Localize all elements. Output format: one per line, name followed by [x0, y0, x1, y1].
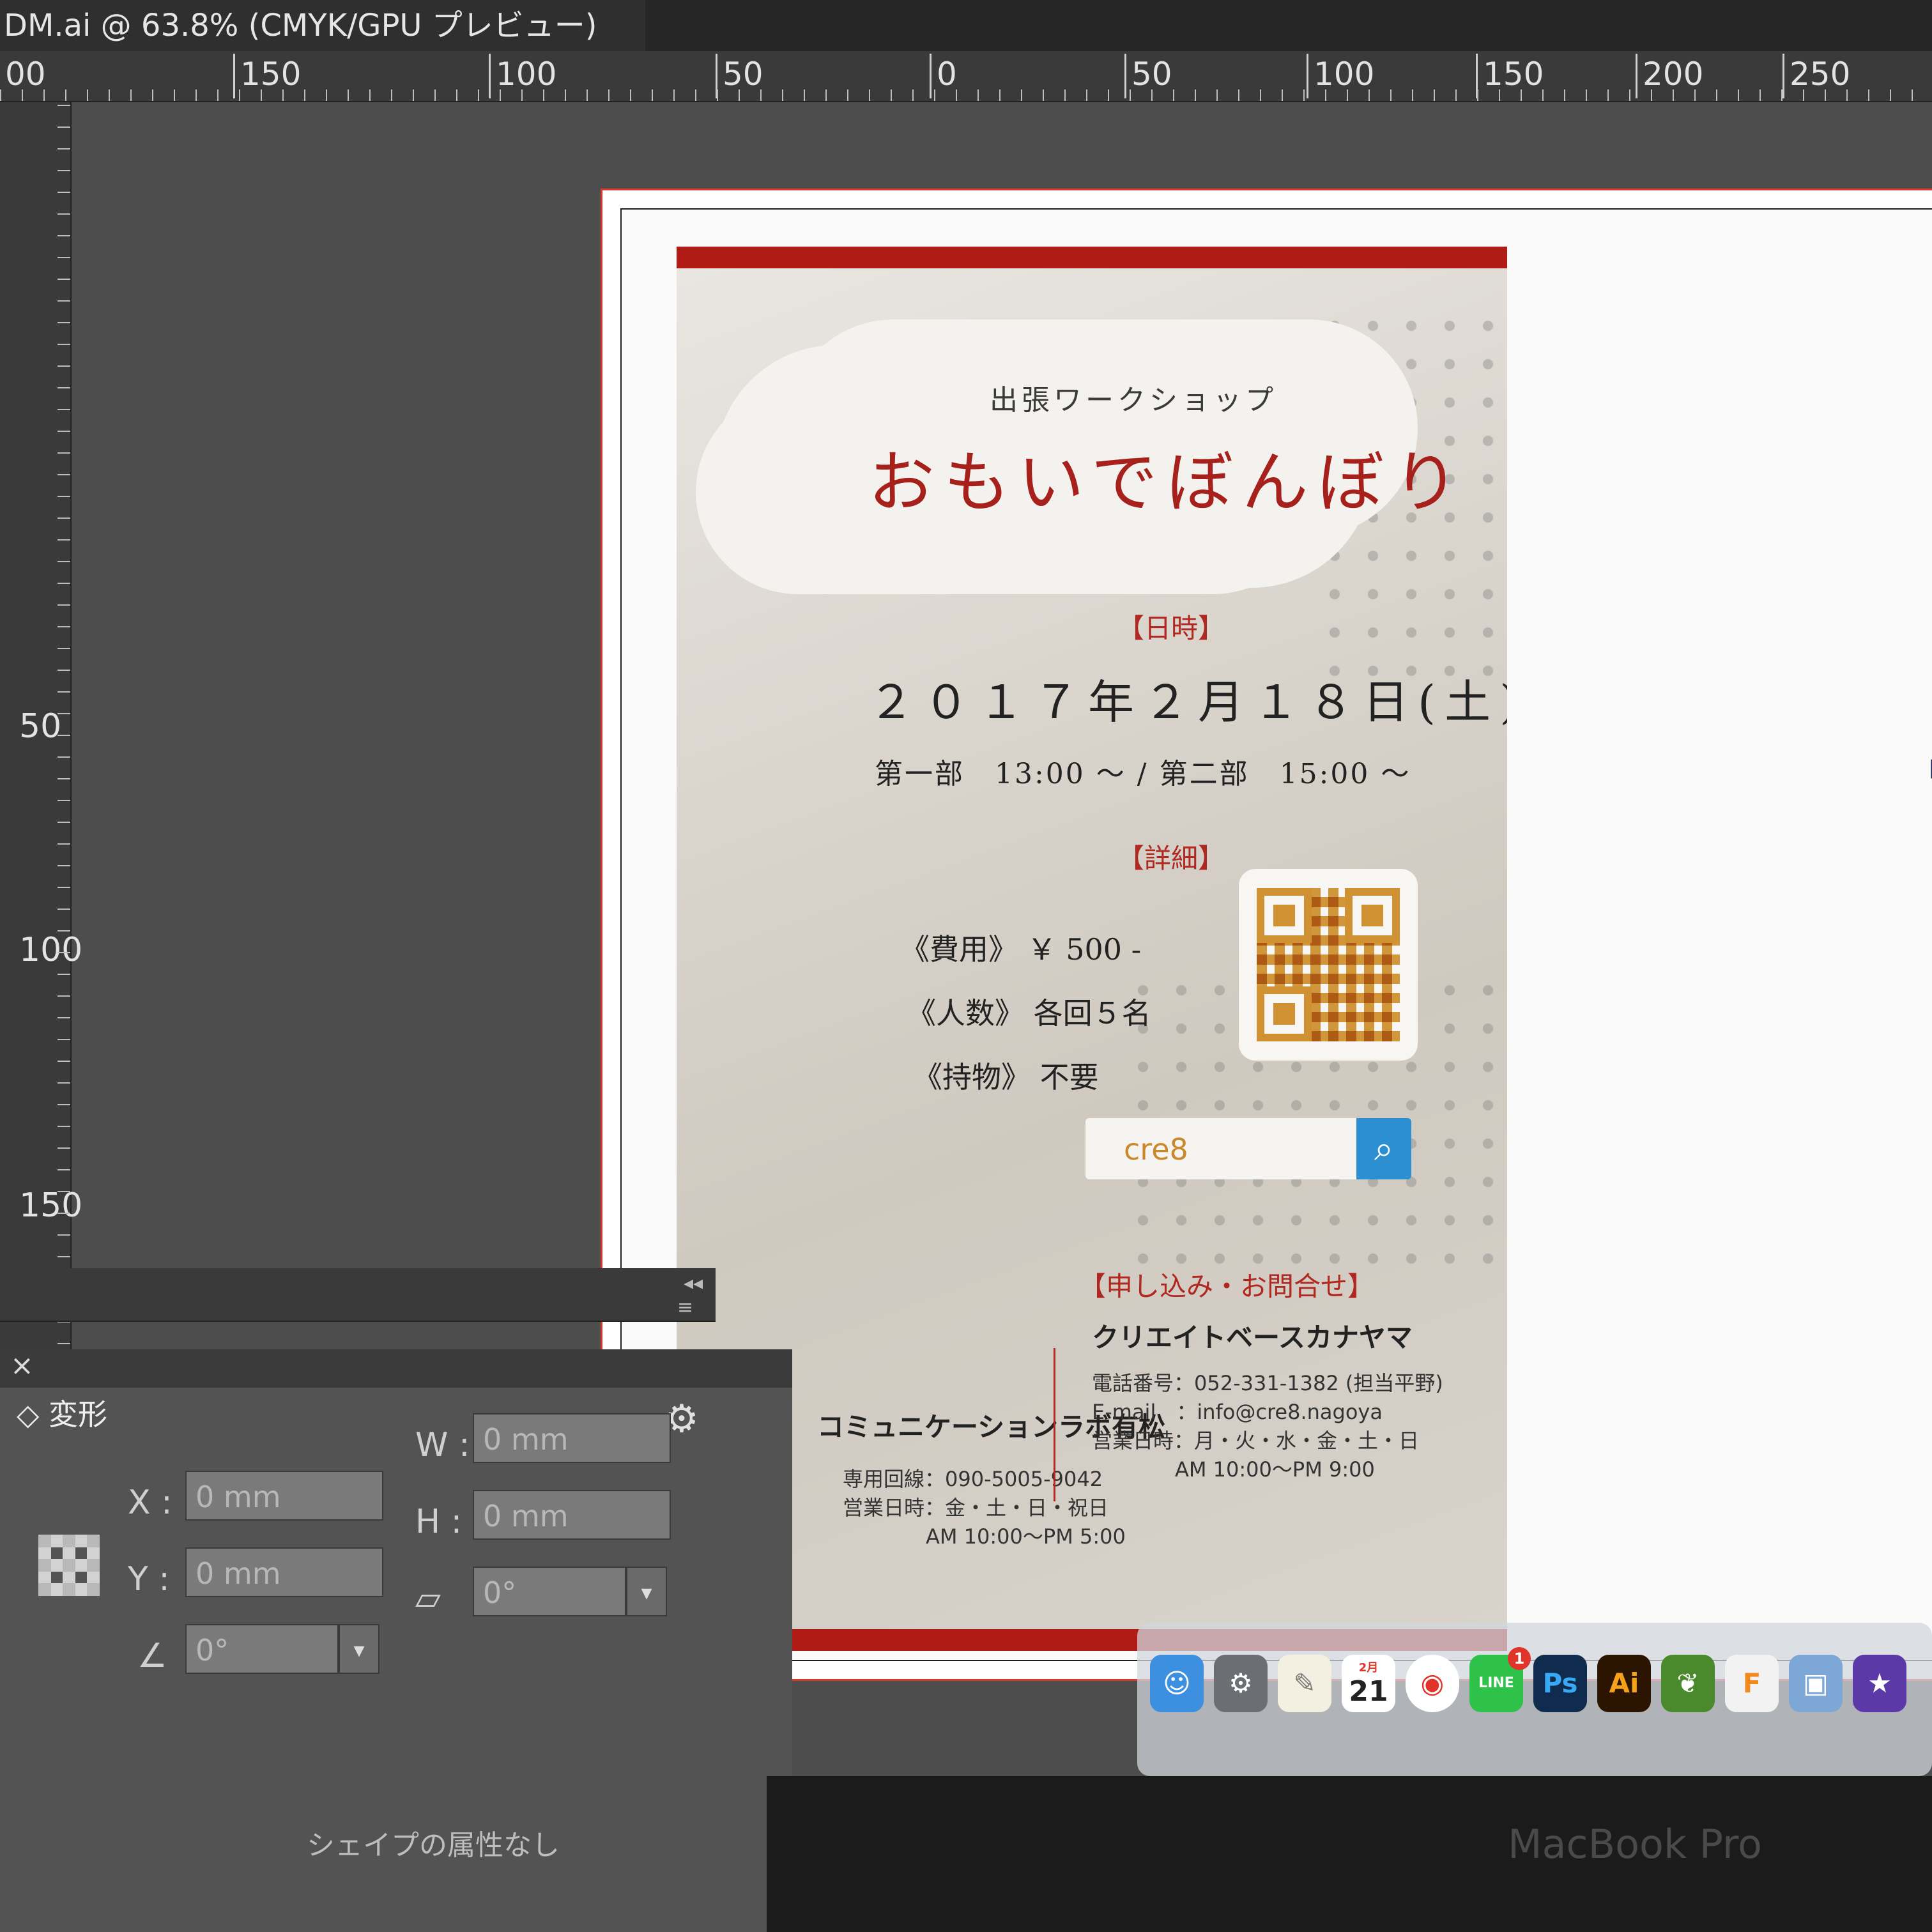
ruler-tick-label: 50 — [19, 707, 62, 746]
detail-belongings[interactable]: 《持物》 不要 — [913, 1054, 1099, 1096]
contact-line: E-mail ：info@cre8.nagoya — [1092, 1400, 1383, 1424]
y-field[interactable]: 0 mm — [185, 1547, 383, 1597]
preview-icon[interactable]: ▣ — [1789, 1655, 1843, 1712]
reference-point-icon[interactable] — [38, 1535, 100, 1596]
h-label: H : — [415, 1503, 463, 1541]
qr-finder — [1345, 888, 1400, 943]
w-field[interactable]: 0 mm — [473, 1413, 671, 1463]
calendar-day: 21 — [1349, 1675, 1388, 1708]
w-label: W : — [415, 1426, 470, 1464]
date-heading[interactable]: 【日時】 — [1117, 607, 1225, 646]
line-icon[interactable]: LINE 1 — [1469, 1647, 1531, 1712]
detail-value: ￥ 500 - — [1027, 932, 1142, 967]
system-preferences-icon[interactable]: ⚙ — [1214, 1655, 1268, 1712]
ruler-ticks — [57, 102, 70, 1431]
document-tab[interactable]: DM.ai @ 63.8% (CMYK/GPU プレビュー) — [0, 0, 649, 52]
event-times[interactable]: 第一部 13:00 〜 / 第二部 15:00 〜 — [875, 751, 1411, 792]
tab-bar — [645, 0, 1932, 51]
panel-dock-header[interactable]: ◂◂ ≡ — [0, 1268, 716, 1322]
detail-capacity[interactable]: 《人数》 各回５名 — [907, 990, 1151, 1032]
x-label: X : — [128, 1483, 172, 1522]
ruler-tick-label: 150 — [19, 1186, 83, 1225]
detail-value: 不要 — [1039, 1060, 1099, 1094]
no-shape-attributes: シェイプの属性なし — [307, 1829, 560, 1862]
qr-code[interactable] — [1239, 869, 1418, 1061]
calendar-icon[interactable]: 2月 21 — [1342, 1655, 1395, 1712]
ruler-ticks — [0, 89, 1932, 101]
flyer-design[interactable]: 出張ワークショップ おもいでぼんぼり 【日時】 ２０１７年２月１８日(土) 第一… — [677, 247, 1507, 1651]
calendar-month: 2月 — [1358, 1661, 1379, 1675]
x-field[interactable]: 0 mm — [185, 1471, 383, 1521]
artboard-bleed[interactable]: 出張ワークショップ おもいでぼんぼり 【日時】 ２０１７年２月１８日(土) 第一… — [601, 188, 1932, 1681]
contact-line: 専用回線：090-5005-9042 — [843, 1467, 1103, 1491]
search-bar-graphic[interactable]: cre8 ⌕ — [1085, 1118, 1411, 1179]
line-label: LINE — [1478, 1675, 1514, 1691]
chevron-down-icon[interactable]: ▾ — [626, 1567, 667, 1616]
tab-transform[interactable]: ◇ 変形 — [6, 1388, 138, 1441]
finder-icon[interactable]: ☺ — [1150, 1655, 1204, 1712]
contact-line: 電話番号：052-331-1382 (担当平野) — [1092, 1371, 1443, 1395]
transform-panel: × ◇ 変形 ⚙ X : 0 mm Y : 0 mm W : 0 mm H : … — [0, 1349, 792, 1932]
contact-line: 営業日時：月・火・水・金・土・日 — [1092, 1429, 1420, 1453]
notes-icon[interactable]: ✎ — [1278, 1655, 1331, 1712]
detail-value: 各回５名 — [1033, 996, 1151, 1031]
qr-finder — [1257, 986, 1312, 1041]
contact-heading[interactable]: 【申し込み・お問合せ】 — [1079, 1265, 1374, 1304]
chrome-icon[interactable]: ◉ — [1406, 1655, 1459, 1712]
contact-line: AM 10:00〜PM 5:00 — [926, 1524, 1126, 1549]
photoshop-label: Ps — [1542, 1667, 1578, 1699]
ruler-tick-label: 100 — [19, 931, 83, 969]
illustrator-icon[interactable]: Ai — [1597, 1655, 1651, 1712]
document-tab-title: DM.ai @ 63.8% (CMYK/GPU プレビュー) — [4, 8, 597, 43]
shear-icon: ▱ — [415, 1579, 441, 1618]
dock: ☺ ⚙ ✎ 2月 21 ◉ LINE 1 Ps Ai ❦ F ▣ ★ — [1137, 1623, 1932, 1776]
detail-fee[interactable]: 《費用》 ￥ 500 - — [900, 926, 1141, 969]
detail-label: 《人数》 — [907, 996, 1024, 1031]
illustrator-window: DM.ai @ 63.8% (CMYK/GPU プレビュー) 00 150 10… — [0, 0, 1932, 1932]
laptop-bezel: MacBook Pro — [767, 1776, 1932, 1932]
fusion-360-icon[interactable]: F — [1725, 1655, 1779, 1712]
close-icon[interactable]: × — [10, 1349, 34, 1382]
rotate-icon: ∠ — [137, 1637, 167, 1675]
collapse-icon[interactable]: ◂◂ — [684, 1272, 703, 1294]
vertical-ruler[interactable]: 50 100 150 — [0, 102, 83, 1431]
contact-divider — [1054, 1348, 1055, 1501]
qr-finder — [1257, 888, 1312, 943]
contact-line: 営業日時：金・土・日・祝日 — [843, 1496, 1109, 1520]
artboard[interactable]: 出張ワークショップ おもいでぼんぼり 【日時】 ２０１７年２月１８日(土) 第一… — [620, 208, 1932, 1661]
detail-label: 《費用》 — [900, 932, 1018, 967]
panel-menu-icon[interactable]: ≡ — [677, 1296, 693, 1319]
illustrator-label: Ai — [1609, 1667, 1639, 1699]
y-label: Y : — [128, 1560, 170, 1598]
panel-titlebar: × — [0, 1349, 792, 1388]
flyer-subtitle[interactable]: 出張ワークショップ — [990, 377, 1277, 418]
contact-name-kanayama[interactable]: クリエイトベースカナヤマ — [1092, 1316, 1413, 1355]
rotate-field[interactable]: 0° — [185, 1624, 339, 1674]
horizontal-ruler[interactable]: 00 150 100 50 0 50 100 150 200 250 — [0, 51, 1932, 102]
photoshop-icon[interactable]: Ps — [1533, 1655, 1587, 1712]
search-icon: ⌕ — [1356, 1118, 1411, 1179]
contact-line: AM 10:00〜PM 9:00 — [1175, 1457, 1375, 1482]
event-date[interactable]: ２０１７年２月１８日(土) — [868, 664, 1507, 732]
chevron-down-icon[interactable]: ▾ — [339, 1624, 379, 1674]
detail-label: 《持物》 — [913, 1060, 1031, 1094]
search-text: cre8 — [1124, 1132, 1188, 1167]
evernote-icon[interactable]: ❦ — [1661, 1655, 1715, 1712]
notification-badge: 1 — [1508, 1647, 1531, 1670]
imovie-icon[interactable]: ★ — [1853, 1655, 1906, 1712]
h-field[interactable]: 0 mm — [473, 1490, 671, 1540]
detail-heading[interactable]: 【詳細】 — [1117, 837, 1225, 876]
shear-field[interactable]: 0° — [473, 1567, 626, 1616]
flyer-title[interactable]: おもいでぼんぼり — [868, 428, 1468, 525]
bezel-label: MacBook Pro — [1508, 1821, 1762, 1867]
